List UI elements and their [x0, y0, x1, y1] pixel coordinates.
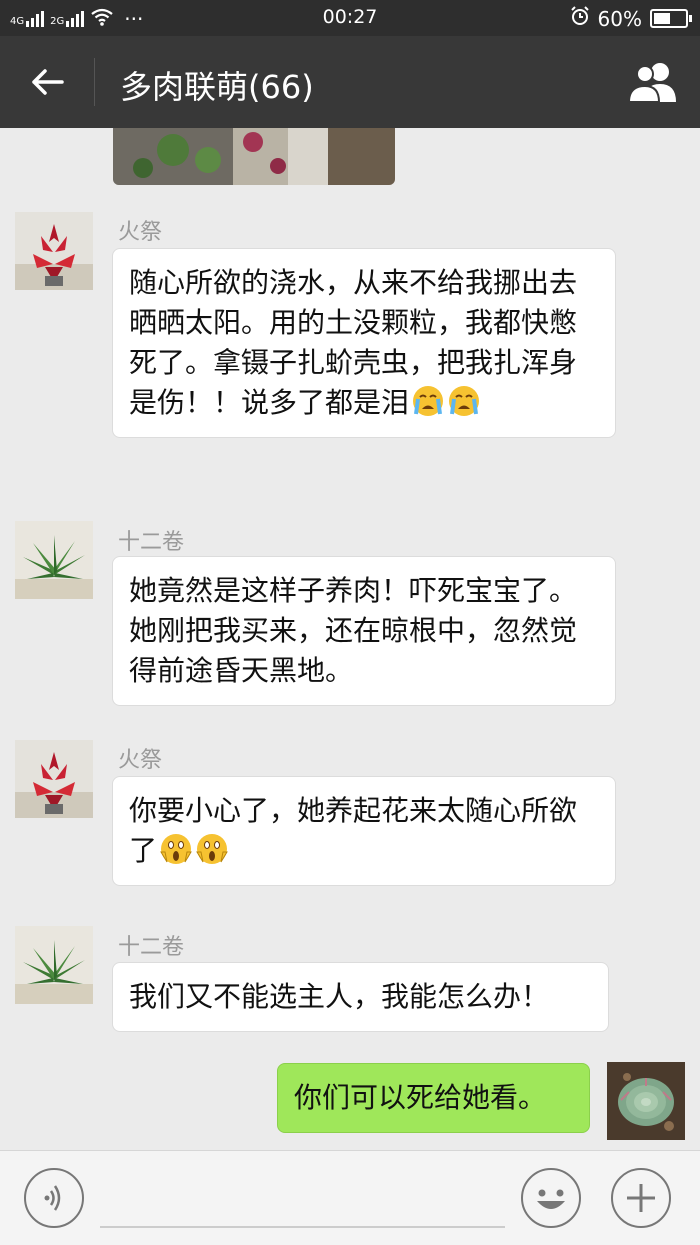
header-divider: [94, 58, 95, 106]
alarm-icon: [570, 6, 590, 31]
avatar-shierjuan[interactable]: [15, 521, 93, 599]
message-bubble[interactable]: 我们又不能选主人，我能怎么办！: [112, 962, 609, 1032]
sender-name: 火祭: [118, 220, 163, 245]
voice-icon[interactable]: [24, 1168, 84, 1228]
message-bubble[interactable]: 你要小心了，她养起花来太随心所欲了: [112, 776, 616, 886]
avatar-huoji[interactable]: [15, 212, 93, 290]
crying-face-emoji: [411, 384, 445, 418]
shared-image[interactable]: [113, 128, 395, 185]
input-bar: [0, 1150, 700, 1245]
group-members-icon[interactable]: [626, 60, 682, 104]
chat-area[interactable]: 火祭 随心所欲的浇水，从来不给我挪出去晒晒太阳。用的土没颗粒，我都快憋死了。拿镊…: [0, 128, 700, 1150]
sender-name: 十二卷: [118, 530, 185, 555]
chat-header: 多肉联萌(66): [0, 36, 700, 128]
screaming-face-emoji: [159, 832, 193, 866]
battery-fill: [654, 13, 670, 24]
message-text: 她竟然是这样子养肉！吓死宝宝了。她刚把我买来，还在晾根中，忽然觉得前途昏天黑地。: [129, 574, 578, 687]
chat-title: 多肉联萌(66): [120, 68, 314, 106]
crying-face-emoji: [447, 384, 481, 418]
battery-icon: [650, 9, 692, 28]
sender-name: 十二卷: [118, 935, 185, 960]
my-avatar[interactable]: [607, 1062, 685, 1140]
message-text: 我们又不能选主人，我能怎么办！: [129, 980, 550, 1013]
message-input[interactable]: [100, 1226, 505, 1228]
avatar-huoji[interactable]: [15, 740, 93, 818]
back-arrow-icon[interactable]: [28, 62, 68, 102]
plus-icon[interactable]: [611, 1168, 671, 1228]
status-bar: 4G 2G ··· 00:27 60%: [0, 0, 700, 36]
screaming-face-emoji: [195, 832, 229, 866]
my-message-bubble[interactable]: 你们可以死给她看。: [277, 1063, 590, 1133]
message-text: 你们可以死给她看。: [294, 1081, 547, 1114]
emoji-icon[interactable]: [521, 1168, 581, 1228]
sender-name: 火祭: [118, 748, 163, 773]
avatar-shierjuan[interactable]: [15, 926, 93, 1004]
message-text: 随心所欲的浇水，从来不给我挪出去晒晒太阳。用的土没颗粒，我都快憋死了。拿镊子扎蚧…: [129, 266, 578, 419]
message-bubble[interactable]: 随心所欲的浇水，从来不给我挪出去晒晒太阳。用的土没颗粒，我都快憋死了。拿镊子扎蚧…: [112, 248, 616, 438]
battery-percent: 60%: [597, 6, 642, 31]
message-bubble[interactable]: 她竟然是这样子养肉！吓死宝宝了。她刚把我买来，还在晾根中，忽然觉得前途昏天黑地。: [112, 556, 616, 706]
